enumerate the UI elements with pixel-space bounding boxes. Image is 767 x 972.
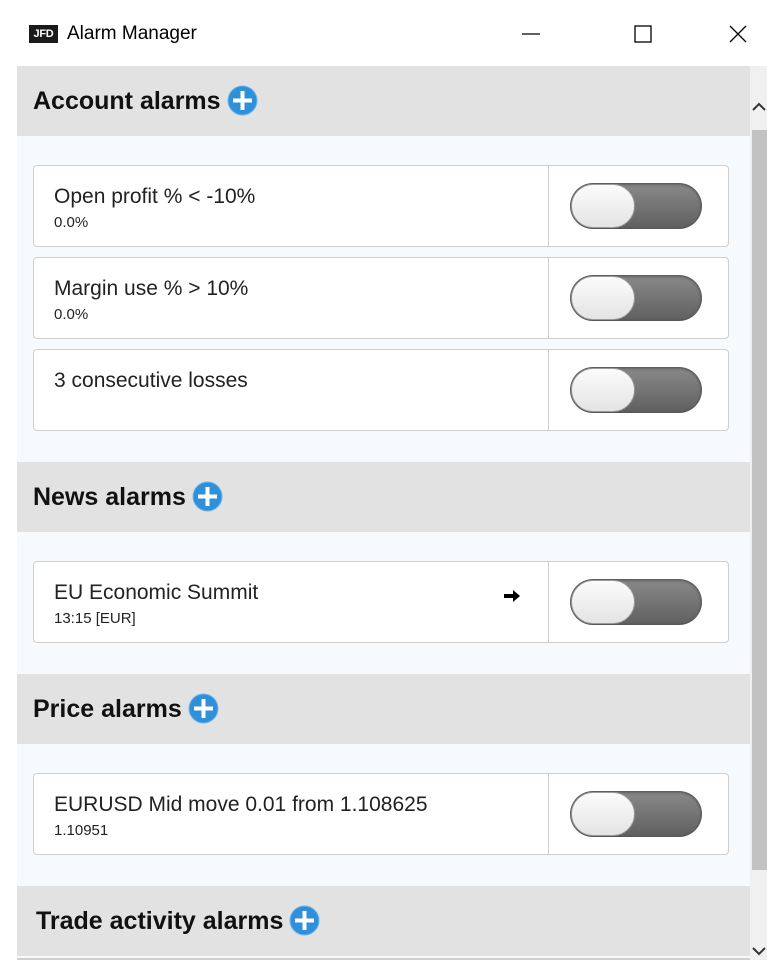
chevron-down-icon: [751, 947, 766, 956]
scrollbar-thumb[interactable]: [752, 130, 767, 870]
alarm-value: 1.10951: [54, 822, 109, 839]
section-header-account-alarms: Account alarms: [17, 66, 750, 136]
minimize-icon: [522, 33, 540, 35]
plus-circle-icon: [289, 905, 320, 936]
alarm-title: Margin use % > 10%: [54, 277, 249, 300]
section-title: Account alarms: [33, 87, 221, 115]
alarm-info[interactable]: Margin use % > 10% 0.0%: [34, 258, 549, 338]
app-logo: JFD: [29, 25, 58, 43]
alarm-toggle[interactable]: [570, 183, 702, 229]
maximize-button[interactable]: [620, 12, 666, 56]
alarm-title: EURUSD Mid move 0.01 from 1.108625: [54, 793, 428, 816]
alarm-card: 3 consecutive losses: [33, 349, 729, 431]
toggle-knob: [571, 580, 635, 624]
alarm-value: 0.0%: [54, 214, 89, 231]
add-news-alarm-button[interactable]: [192, 481, 223, 512]
plus-circle-icon: [227, 85, 258, 116]
section-title: Trade activity alarms: [36, 907, 284, 935]
arrow-right-icon[interactable]: [502, 588, 522, 604]
add-trade-activity-alarm-button[interactable]: [289, 905, 320, 936]
alarm-title: Open profit % < -10%: [54, 185, 256, 208]
alarm-title: 3 consecutive losses: [54, 369, 248, 392]
alarm-info[interactable]: EURUSD Mid move 0.01 from 1.108625 1.109…: [34, 774, 549, 854]
minimize-button[interactable]: [508, 12, 554, 56]
alarm-title: EU Economic Summit: [54, 581, 259, 604]
alarm-toggle[interactable]: [570, 579, 702, 625]
toggle-knob: [571, 792, 635, 836]
section-title: Price alarms: [33, 695, 182, 723]
add-account-alarm-button[interactable]: [227, 85, 258, 116]
section-header-trade-activity-alarms: Trade activity alarms: [17, 886, 750, 956]
alarm-toggle[interactable]: [570, 275, 702, 321]
toggle-knob: [571, 368, 635, 412]
close-icon: [729, 25, 747, 43]
alarm-card: EU Economic Summit 13:15 [EUR]: [33, 561, 729, 643]
close-button[interactable]: [715, 12, 761, 56]
add-price-alarm-button[interactable]: [188, 693, 219, 724]
alarm-info[interactable]: EU Economic Summit 13:15 [EUR]: [34, 562, 549, 642]
scroll-up-button[interactable]: [750, 86, 767, 126]
alarm-info[interactable]: 3 consecutive losses: [34, 350, 549, 430]
alarm-value: 0.0%: [54, 306, 89, 323]
alarm-info[interactable]: Open profit % < -10% 0.0%: [34, 166, 549, 246]
alarm-card: Open profit % < -10% 0.0%: [33, 165, 729, 247]
alarm-card: Margin use % > 10% 0.0%: [33, 257, 729, 339]
title-bar: JFD Alarm Manager: [0, 0, 767, 66]
alarm-card: EURUSD Mid move 0.01 from 1.108625 1.109…: [33, 773, 729, 855]
scroll-down-button[interactable]: [750, 932, 767, 972]
alarm-toggle[interactable]: [570, 791, 702, 837]
toggle-knob: [571, 184, 635, 228]
window-title: Alarm Manager: [67, 23, 197, 44]
section-title: News alarms: [33, 483, 186, 511]
plus-circle-icon: [188, 693, 219, 724]
alarm-list-panel: Account alarms Open profit % < -10% 0.0%…: [17, 66, 750, 960]
maximize-icon: [634, 25, 652, 43]
plus-circle-icon: [192, 481, 223, 512]
section-header-price-alarms: Price alarms: [17, 674, 750, 744]
alarm-value: 13:15 [EUR]: [54, 610, 136, 627]
toggle-knob: [571, 276, 635, 320]
section-header-news-alarms: News alarms: [17, 462, 750, 532]
vertical-scrollbar[interactable]: [750, 66, 767, 960]
alarm-toggle[interactable]: [570, 367, 702, 413]
chevron-up-icon: [751, 102, 766, 111]
